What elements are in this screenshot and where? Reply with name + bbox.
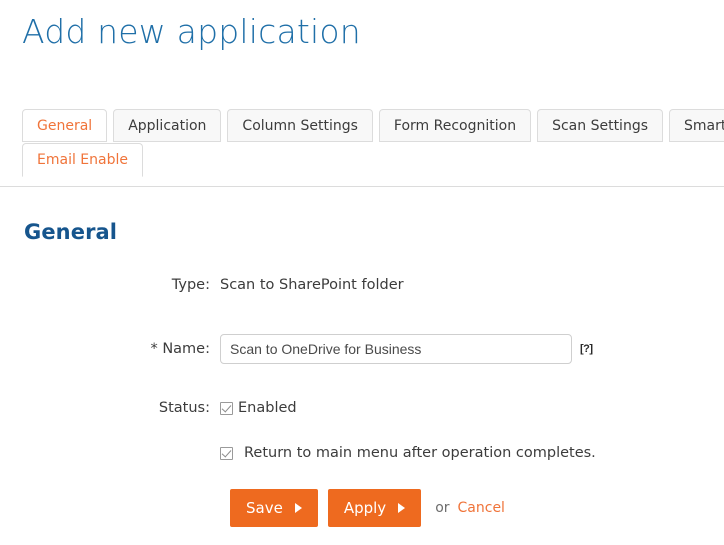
form-row-status: Status: Enabled xyxy=(0,395,724,421)
form-row-return-to-menu: Return to main menu after operation comp… xyxy=(0,440,724,466)
return-to-menu-checkbox-group[interactable]: Return to main menu after operation comp… xyxy=(220,445,596,461)
or-separator: or xyxy=(435,500,450,516)
tab-application[interactable]: Application xyxy=(113,109,222,142)
form-row-name: * Name: [?] xyxy=(0,329,724,369)
name-input[interactable] xyxy=(220,334,572,364)
tab-smart-scan[interactable]: Smart Scan xyxy=(669,109,724,142)
status-label: Status: xyxy=(158,400,210,416)
tab-email-enable[interactable]: Email Enable xyxy=(22,143,143,177)
enabled-checkbox[interactable] xyxy=(220,401,233,415)
arrow-right-icon xyxy=(294,503,302,513)
tab-column-settings[interactable]: Column Settings xyxy=(227,109,373,142)
save-button[interactable]: Save xyxy=(230,489,318,527)
apply-button-label: Apply xyxy=(343,499,387,517)
tab-strip-underline xyxy=(0,186,724,187)
return-to-menu-label[interactable]: Return to main menu after operation comp… xyxy=(244,445,596,461)
cancel-link[interactable]: Cancel xyxy=(458,500,505,516)
general-form: Type: Scan to SharePoint folder * Name: … xyxy=(0,270,724,527)
tab-scan-settings[interactable]: Scan Settings xyxy=(537,109,664,142)
save-button-label: Save xyxy=(246,499,283,517)
name-label: * Name: xyxy=(150,341,210,357)
action-bar: Save Apply or Cancel xyxy=(0,489,724,527)
apply-button[interactable]: Apply xyxy=(327,489,422,527)
page-title: Add new application xyxy=(22,12,361,51)
arrow-right-icon xyxy=(398,503,406,513)
return-to-menu-checkbox[interactable] xyxy=(220,446,233,460)
type-label: Type: xyxy=(171,277,210,293)
help-icon[interactable]: [?] xyxy=(580,343,593,355)
section-heading: General xyxy=(24,220,118,244)
tab-row-primary: General Application Column Settings Form… xyxy=(0,108,724,142)
status-enabled-checkbox-group[interactable]: Enabled xyxy=(220,400,297,416)
enabled-checkbox-label[interactable]: Enabled xyxy=(238,400,297,416)
tab-form-recognition[interactable]: Form Recognition xyxy=(378,109,532,142)
form-row-type: Type: Scan to SharePoint folder xyxy=(0,270,724,300)
tab-panel-general: General Type: Scan to SharePoint folder … xyxy=(0,187,724,527)
tab-strip: General Application Column Settings Form… xyxy=(0,108,724,177)
type-value: Scan to SharePoint folder xyxy=(220,277,404,293)
tab-general[interactable]: General xyxy=(22,109,108,142)
form-row-actions: Save Apply or Cancel xyxy=(0,489,724,527)
tab-row-secondary: Email Enable xyxy=(0,142,724,177)
